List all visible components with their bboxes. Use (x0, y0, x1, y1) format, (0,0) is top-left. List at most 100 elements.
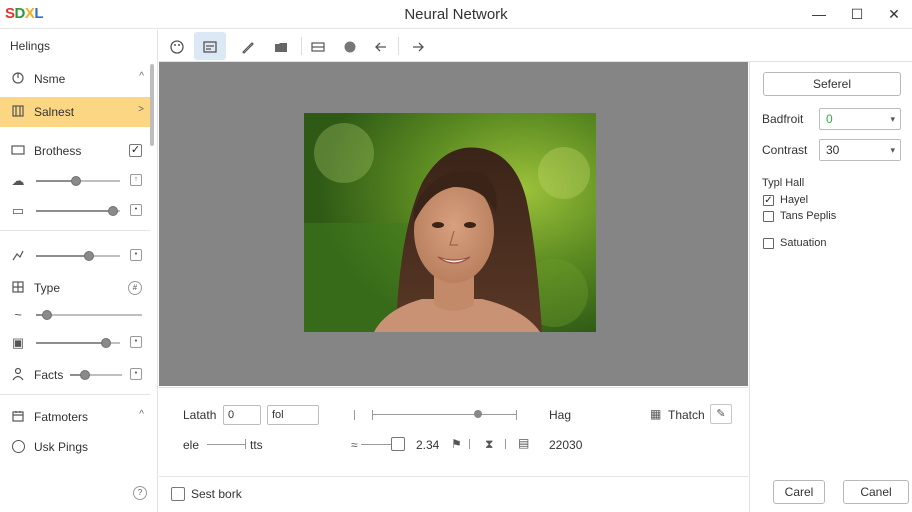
badfroit-select[interactable]: 0 ▾ (819, 108, 901, 130)
slider-fill (36, 210, 111, 212)
grid-icon (10, 280, 26, 296)
left-item-fatmoters[interactable]: Fatmoters ^ (0, 402, 150, 432)
latath-input[interactable]: 0 (223, 405, 261, 425)
chevron-up-icon[interactable]: ^ (139, 409, 144, 420)
image-canvas[interactable] (159, 62, 748, 386)
slider-row: ~ (0, 300, 150, 330)
sest-bork-label: Sest bork (191, 487, 242, 501)
list-icon[interactable] (302, 32, 334, 60)
usk-pings-radio[interactable] (12, 440, 25, 453)
ele-label: ele (183, 438, 200, 452)
document-icon[interactable]: ▤ (518, 436, 529, 450)
left-item-nsme[interactable]: Nsme ^ (0, 64, 150, 94)
left-item-label: Fatmoters (34, 410, 89, 424)
chart-icon (10, 248, 26, 264)
stepper-button[interactable]: • (130, 336, 142, 348)
slider-knob[interactable] (42, 310, 52, 320)
stepper-button[interactable]: • (130, 204, 142, 216)
left-item-label: Salnest (34, 105, 75, 119)
satuation-label: Satuation (780, 237, 827, 249)
stepper-button[interactable]: • (130, 249, 142, 261)
columns-icon (10, 104, 26, 120)
value-readout: 2.34 (416, 438, 440, 452)
slider-track[interactable] (36, 176, 120, 186)
sest-bork-checkbox[interactable] (171, 487, 185, 501)
slider-fill (36, 342, 106, 344)
slider-track[interactable] (36, 338, 120, 348)
help-icon[interactable]: ? (133, 486, 147, 500)
mini-slider-track[interactable] (361, 444, 391, 445)
slider-knob[interactable] (80, 370, 90, 380)
circle-icon[interactable] (334, 32, 366, 60)
person-icon (10, 367, 26, 383)
divider (0, 230, 150, 231)
hourglass-icon[interactable]: ⧗ (485, 437, 493, 452)
chevron-down-icon: ▾ (890, 145, 895, 155)
stepper-button[interactable]: • (130, 368, 142, 380)
left-item-usk-pings[interactable]: Usk Pings (0, 432, 150, 462)
slider-knob[interactable] (84, 251, 94, 261)
brothess-checkbox[interactable]: ✓ (129, 144, 142, 157)
slider-track[interactable] (36, 206, 120, 216)
chevron-down-icon: ▾ (890, 114, 895, 124)
slider-knob[interactable] (71, 176, 81, 186)
left-item-label: Brothess (34, 144, 82, 158)
hayel-checkbox[interactable]: ✓ (763, 195, 774, 206)
hag-slider-knob[interactable] (474, 410, 482, 418)
seferel-button[interactable]: Seferel (763, 72, 901, 96)
slider-knob[interactable] (101, 338, 111, 348)
cancel-button[interactable]: Carel (773, 480, 825, 504)
contrast-select[interactable]: 30 ▾ (819, 139, 901, 161)
undo-icon[interactable] (365, 32, 397, 60)
satuation-checkbox[interactable] (763, 238, 774, 249)
cancel-confirm-button[interactable]: Canel (843, 480, 909, 504)
chevron-up-icon[interactable]: ^ (139, 71, 144, 82)
box-icon: ▭ (11, 203, 25, 218)
latath-unit-select[interactable]: fol (267, 405, 319, 425)
brush-icon[interactable] (232, 32, 264, 60)
chevron-right-icon[interactable]: > (138, 104, 144, 115)
folder-icon[interactable] (265, 32, 297, 60)
image-icon[interactable] (194, 32, 226, 60)
palette-icon[interactable] (161, 32, 193, 60)
slider-track[interactable] (36, 310, 142, 320)
tans-peplis-label: Tans Peplis (780, 210, 837, 222)
ele-slider-track[interactable] (207, 444, 245, 445)
left-item-type[interactable]: Type # (0, 273, 150, 303)
close-button[interactable]: ✕ (881, 3, 907, 25)
slider-track[interactable] (70, 370, 122, 380)
left-item-brothess[interactable]: Brothess ✓ (0, 136, 150, 166)
stepper-button[interactable]: ↑ (130, 174, 142, 186)
pencil-icon[interactable]: ✎ (710, 404, 732, 424)
left-item-facts[interactable]: Facts • (0, 360, 150, 390)
table-icon[interactable]: ▦ (650, 407, 661, 421)
left-item-salnest[interactable]: Salnest > (0, 97, 150, 127)
slider-row: ☁ ↑ (0, 166, 150, 196)
latath-unit-text: fol (272, 409, 284, 421)
redo-icon[interactable] (402, 32, 434, 60)
contrast-label: Contrast (762, 143, 808, 157)
cloud-icon: ☁ (11, 173, 25, 188)
slider-tick (372, 410, 373, 420)
type-info-button[interactable]: # (128, 281, 142, 295)
bottom-panel: Latath 0 fol Hag ▦ Thatch ✎ ele tts ≈ 2.… (159, 387, 748, 512)
minimize-button[interactable]: — (806, 3, 832, 25)
slider-knob[interactable] (108, 206, 118, 216)
slider-row: ▣ • (0, 328, 150, 358)
divider (469, 439, 470, 449)
badfroit-label: Badfroit (762, 112, 804, 126)
rotate-icon (10, 71, 26, 87)
hag-slider-track[interactable] (372, 414, 516, 415)
left-scrollbar[interactable] (150, 64, 154, 146)
flag-icon[interactable]: ⚑ (451, 437, 462, 451)
count-readout: 22030 (549, 438, 583, 452)
slider-row: • (0, 241, 150, 271)
toolbar-divider (398, 37, 399, 55)
hag-label: Hag (549, 408, 572, 422)
maximize-button[interactable]: ☐ (844, 3, 870, 25)
slider-track[interactable] (36, 251, 120, 261)
tans-peplis-checkbox[interactable] (763, 211, 774, 222)
calendar-icon (10, 409, 26, 425)
panel-title: Helings (10, 39, 51, 53)
mini-checkbox[interactable] (391, 437, 405, 451)
